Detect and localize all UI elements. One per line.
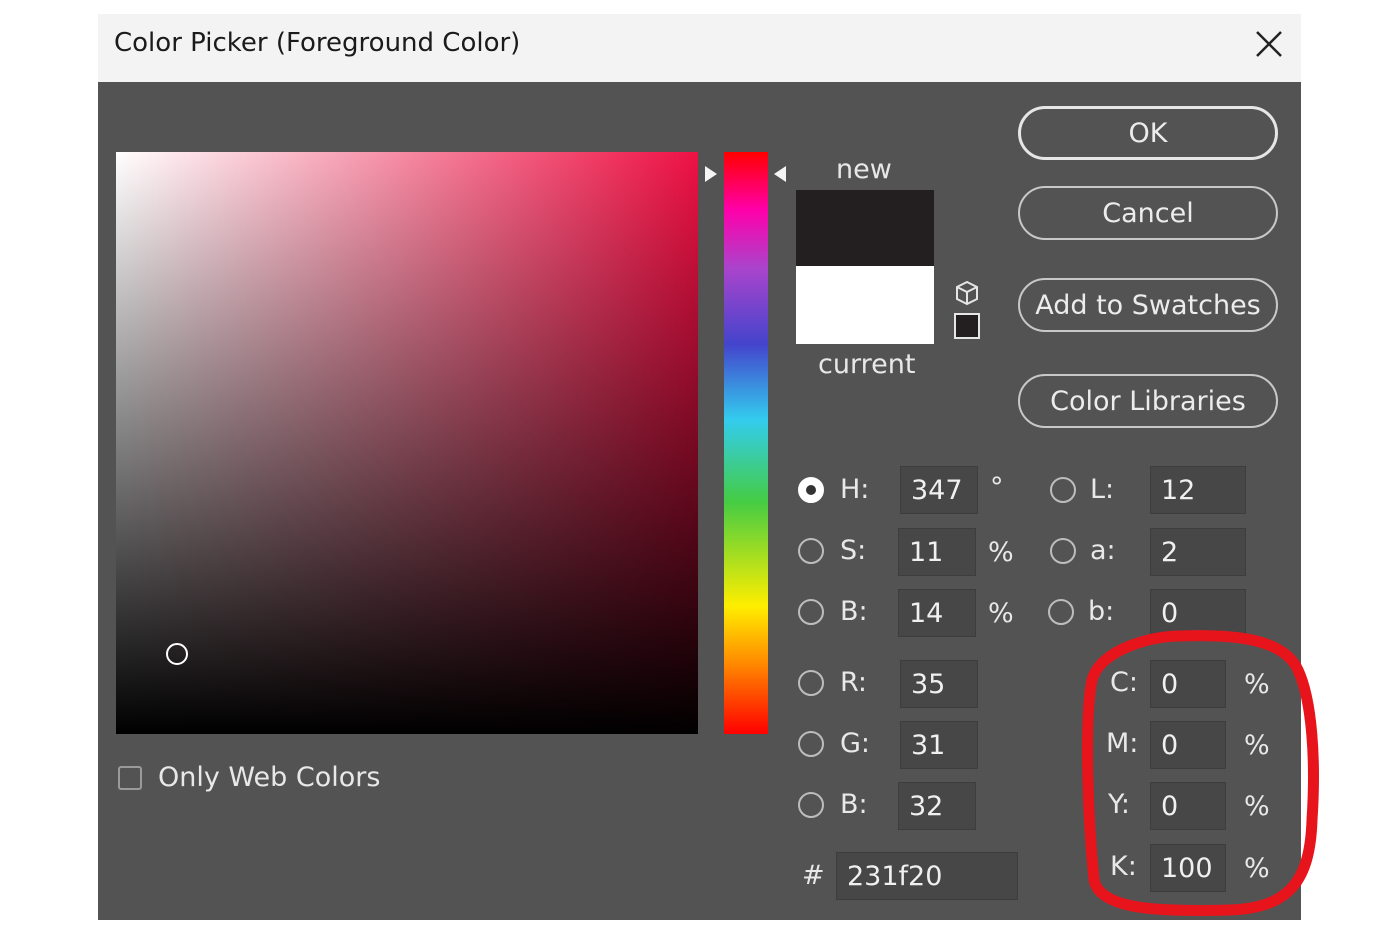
title-bar: Color Picker (Foreground Color) [98, 14, 1301, 82]
b-hsb-radio[interactable] [798, 599, 824, 625]
s-label: S: [840, 535, 867, 566]
b-lab-radio[interactable] [1048, 599, 1074, 625]
b-rgb-field[interactable]: 32 [898, 782, 976, 830]
hue-slider[interactable] [724, 152, 768, 734]
color-field[interactable] [116, 152, 698, 734]
k-unit: % [1244, 853, 1270, 884]
close-icon[interactable] [1247, 22, 1291, 66]
r-label: R: [840, 667, 868, 698]
b-lab-label: b: [1088, 596, 1115, 627]
c-label: C: [1110, 667, 1138, 698]
a-label: a: [1090, 535, 1116, 566]
r-radio[interactable] [798, 670, 824, 696]
g-field[interactable]: 31 [900, 721, 978, 769]
new-color-swatch [796, 190, 934, 266]
h-field[interactable]: 347 [900, 466, 978, 514]
k-field[interactable]: 100 [1150, 844, 1226, 892]
m-field[interactable]: 0 [1150, 721, 1226, 769]
m-unit: % [1244, 730, 1270, 761]
b-rgb-label: B: [840, 789, 868, 820]
l-field[interactable]: 12 [1150, 466, 1246, 514]
only-web-colors-checkbox[interactable] [118, 766, 142, 790]
hue-slider-left-arrow[interactable] [705, 166, 717, 182]
y-label: Y: [1108, 789, 1131, 820]
b-hsb-field[interactable]: 14 [898, 589, 976, 637]
color-picker-dialog: Color Picker (Foreground Color) new curr… [98, 14, 1301, 920]
a-radio[interactable] [1050, 538, 1076, 564]
s-unit: % [988, 537, 1014, 568]
cancel-button[interactable]: Cancel [1018, 186, 1278, 240]
b-lab-field[interactable]: 0 [1150, 589, 1246, 637]
c-unit: % [1244, 669, 1270, 700]
hue-slider-right-arrow[interactable] [774, 166, 786, 182]
a-field[interactable]: 2 [1150, 528, 1246, 576]
web-safe-square-icon[interactable] [954, 313, 980, 339]
b-rgb-radio[interactable] [798, 792, 824, 818]
dialog-title: Color Picker (Foreground Color) [114, 28, 521, 58]
g-label: G: [840, 728, 871, 759]
s-field[interactable]: 11 [898, 528, 976, 576]
add-to-swatches-button[interactable]: Add to Swatches [1018, 278, 1278, 332]
b-hsb-label: B: [840, 596, 868, 627]
current-color-swatch[interactable] [796, 266, 934, 344]
l-label: L: [1090, 474, 1115, 505]
c-field[interactable]: 0 [1150, 660, 1226, 708]
hex-label: # [802, 860, 825, 891]
color-field-marker[interactable] [166, 643, 188, 665]
h-unit: ° [990, 472, 1004, 503]
color-libraries-button[interactable]: Color Libraries [1018, 374, 1278, 428]
s-radio[interactable] [798, 538, 824, 564]
r-field[interactable]: 35 [900, 660, 978, 708]
k-label: K: [1110, 851, 1137, 882]
l-radio[interactable] [1050, 477, 1076, 503]
g-radio[interactable] [798, 731, 824, 757]
new-label: new [836, 154, 892, 185]
only-web-colors-label[interactable]: Only Web Colors [158, 762, 380, 793]
ok-button[interactable]: OK [1018, 106, 1278, 160]
current-label: current [818, 349, 916, 380]
h-radio[interactable] [798, 477, 824, 503]
b-hsb-unit: % [988, 598, 1014, 629]
y-field[interactable]: 0 [1150, 782, 1226, 830]
m-label: M: [1106, 728, 1139, 759]
h-label: H: [840, 474, 870, 505]
y-unit: % [1244, 791, 1270, 822]
hex-field[interactable]: 231f20 [836, 852, 1018, 900]
cube-icon[interactable] [954, 280, 980, 306]
